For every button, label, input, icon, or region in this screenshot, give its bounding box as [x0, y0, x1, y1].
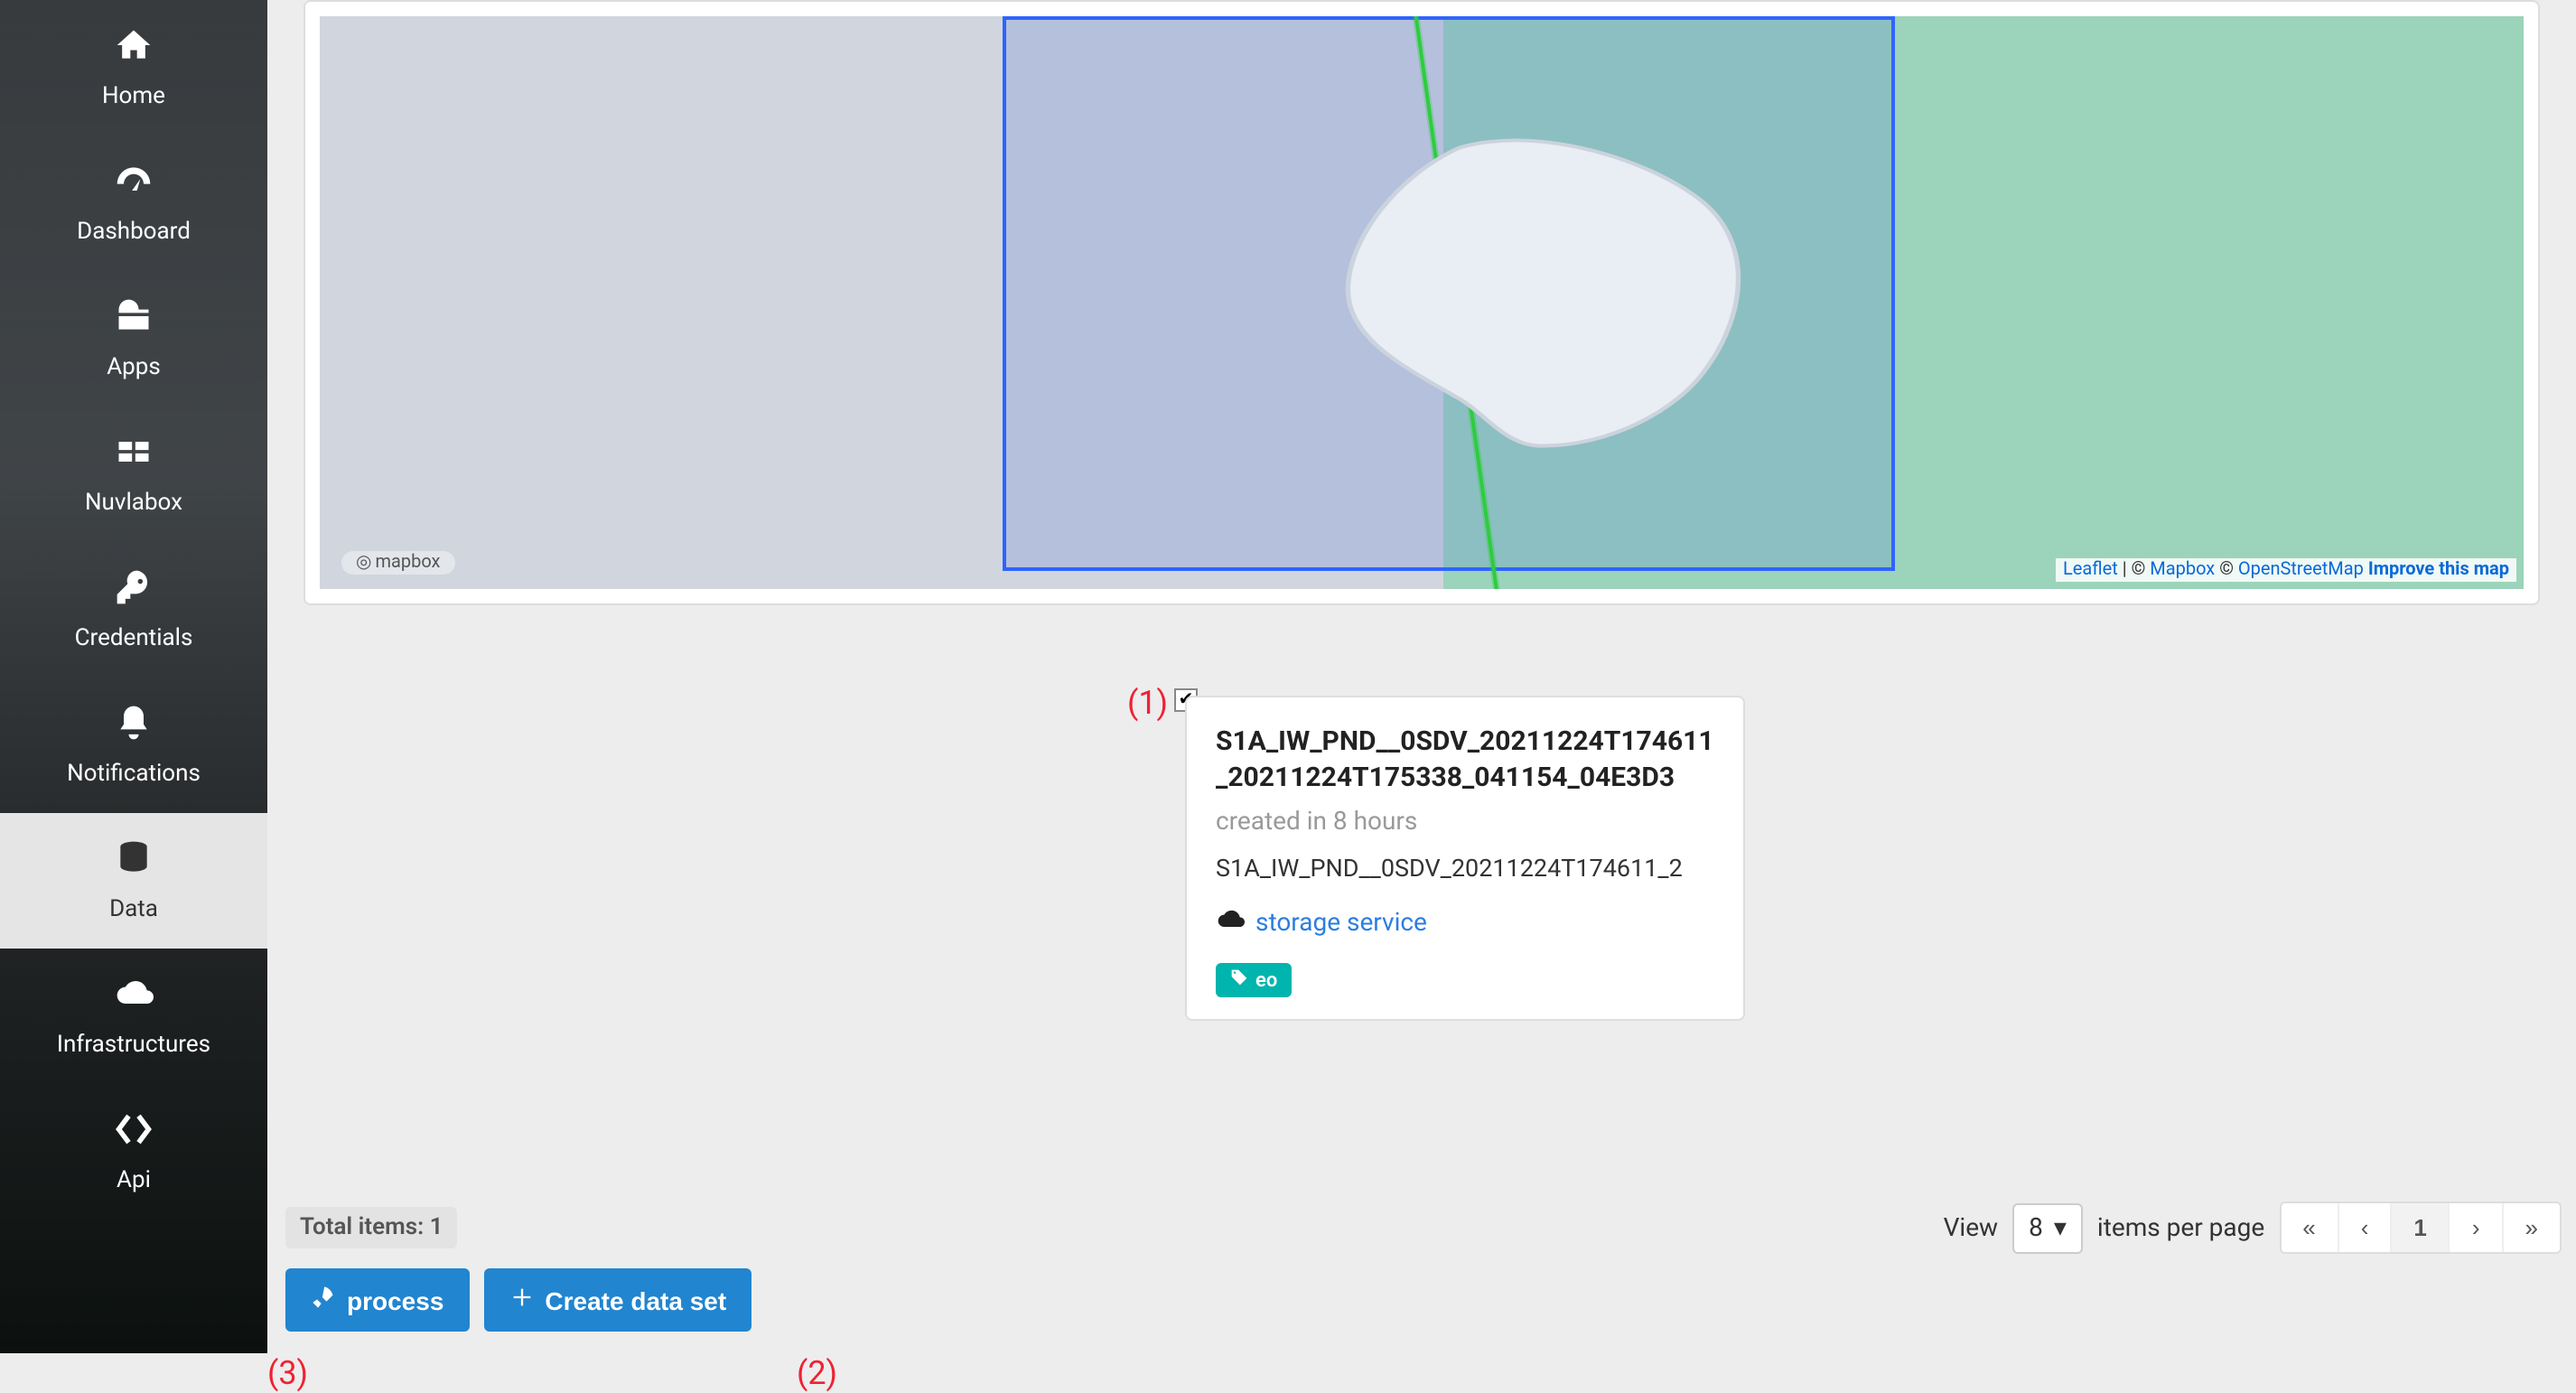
action-buttons-row: process Create data set: [285, 1268, 2562, 1332]
mapbox-link[interactable]: Mapbox: [2150, 560, 2215, 580]
sidebar: Home Dashboard Apps Nuvlabox Credentials…: [0, 0, 267, 1353]
tag-badge[interactable]: eo: [1216, 962, 1292, 996]
cloud-icon: [1216, 904, 1245, 940]
sidebar-item-home[interactable]: Home: [0, 0, 267, 136]
sidebar-item-infrastructures[interactable]: Infrastructures: [0, 949, 267, 1084]
pager-first-button[interactable]: «: [2281, 1203, 2338, 1252]
sidebar-item-data[interactable]: Data: [0, 813, 267, 949]
mapbox-icon: ◎: [356, 553, 371, 573]
improve-map-link[interactable]: Improve this map: [2368, 560, 2509, 580]
sidebar-item-dashboard[interactable]: Dashboard: [0, 136, 267, 271]
sidebar-item-apps[interactable]: Apps: [0, 271, 267, 407]
items-per-page-label: items per page: [2097, 1213, 2264, 1242]
dashboard-icon: [114, 161, 154, 211]
data-record-title: S1A_IW_PND__0SDV_20211224T174611_2021122…: [1216, 723, 1714, 796]
map-canvas[interactable]: ◎ mapbox Leaflet | © Mapbox © OpenStreet…: [320, 16, 2524, 589]
leaflet-link[interactable]: Leaflet: [2063, 560, 2118, 580]
pager-current-page[interactable]: 1: [2392, 1203, 2450, 1252]
home-icon: [114, 25, 154, 76]
page-size-select[interactable]: 8 ▾: [2012, 1202, 2083, 1253]
notifications-icon: [114, 703, 154, 753]
create-dataset-button[interactable]: Create data set: [483, 1268, 751, 1332]
sidebar-item-label: Api: [117, 1167, 151, 1194]
sidebar-item-label: Dashboard: [77, 219, 191, 246]
api-icon: [114, 1109, 154, 1160]
map-attribution: Leaflet | © Mapbox © OpenStreetMap Impro…: [2056, 558, 2516, 582]
apps-icon: [114, 296, 154, 347]
footer-bar: Total items: 1 View 8 ▾ items per page «…: [267, 1201, 2576, 1332]
sidebar-item-api[interactable]: Api: [0, 1084, 267, 1220]
plus-icon: [509, 1285, 534, 1315]
chevron-down-icon: ▾: [2054, 1213, 2067, 1242]
view-label: View: [1944, 1213, 1999, 1242]
pager-prev-button[interactable]: ‹: [2339, 1203, 2393, 1252]
storage-service-link[interactable]: storage service: [1255, 908, 1427, 937]
data-record-created: created in 8 hours: [1216, 807, 1714, 836]
page-size-value: 8: [2029, 1213, 2043, 1242]
data-record-filename: S1A_IW_PND__0SDV_20211224T174611_2: [1216, 854, 1714, 883]
nuvlabox-icon: [114, 432, 154, 482]
pager: « ‹ 1 › »: [2279, 1201, 2562, 1254]
tag-label: eo: [1255, 968, 1277, 991]
main-content: ◎ mapbox Leaflet | © Mapbox © OpenStreet…: [267, 0, 2576, 1353]
sidebar-item-label: Nuvlabox: [85, 490, 182, 517]
map-card: ◎ mapbox Leaflet | © Mapbox © OpenStreet…: [303, 0, 2540, 605]
sidebar-item-label: Notifications: [67, 761, 201, 788]
storage-line: storage service: [1216, 904, 1714, 940]
sidebar-item-label: Infrastructures: [57, 1032, 210, 1059]
annotation-2: (2): [797, 1355, 837, 1393]
attribution-sep: | ©: [2123, 560, 2151, 580]
infrastructures-icon: [114, 974, 154, 1024]
tag-icon: [1230, 968, 1248, 991]
results-area: (1) ✔ S1A_IW_PND__0SDV_20211224T174611_2…: [267, 641, 2576, 1129]
sidebar-item-label: Credentials: [75, 625, 193, 652]
map-landmass: [1290, 119, 1775, 474]
mapbox-logo-text: mapbox: [375, 553, 440, 573]
sidebar-item-label: Apps: [107, 354, 161, 381]
osm-link[interactable]: OpenStreetMap: [2238, 560, 2364, 580]
sidebar-item-nuvlabox[interactable]: Nuvlabox: [0, 407, 267, 542]
credentials-icon: [114, 567, 154, 618]
data-record-card[interactable]: S1A_IW_PND__0SDV_20211224T174611_2021122…: [1185, 696, 1745, 1020]
annotation-3: (3): [267, 1355, 308, 1393]
pager-wrap: View 8 ▾ items per page « ‹ 1 › »: [1944, 1201, 2562, 1254]
sidebar-item-label: Data: [109, 896, 158, 923]
rocket-icon: [311, 1285, 336, 1315]
mapbox-logo: ◎ mapbox: [341, 551, 455, 575]
create-dataset-button-label: Create data set: [545, 1285, 726, 1314]
footer-pagination-row: Total items: 1 View 8 ▾ items per page «…: [285, 1201, 2562, 1254]
sidebar-item-notifications[interactable]: Notifications: [0, 678, 267, 813]
pager-last-button[interactable]: »: [2504, 1203, 2560, 1252]
attribution-sep: ©: [2219, 560, 2238, 580]
process-button[interactable]: process: [285, 1268, 469, 1332]
data-icon: [114, 838, 154, 889]
total-items-badge: Total items: 1: [285, 1207, 457, 1248]
annotation-1: (1): [1127, 685, 1168, 723]
process-button-label: process: [347, 1285, 443, 1314]
sidebar-item-credentials[interactable]: Credentials: [0, 542, 267, 678]
pager-next-button[interactable]: ›: [2450, 1203, 2504, 1252]
sidebar-item-label: Home: [102, 83, 165, 110]
